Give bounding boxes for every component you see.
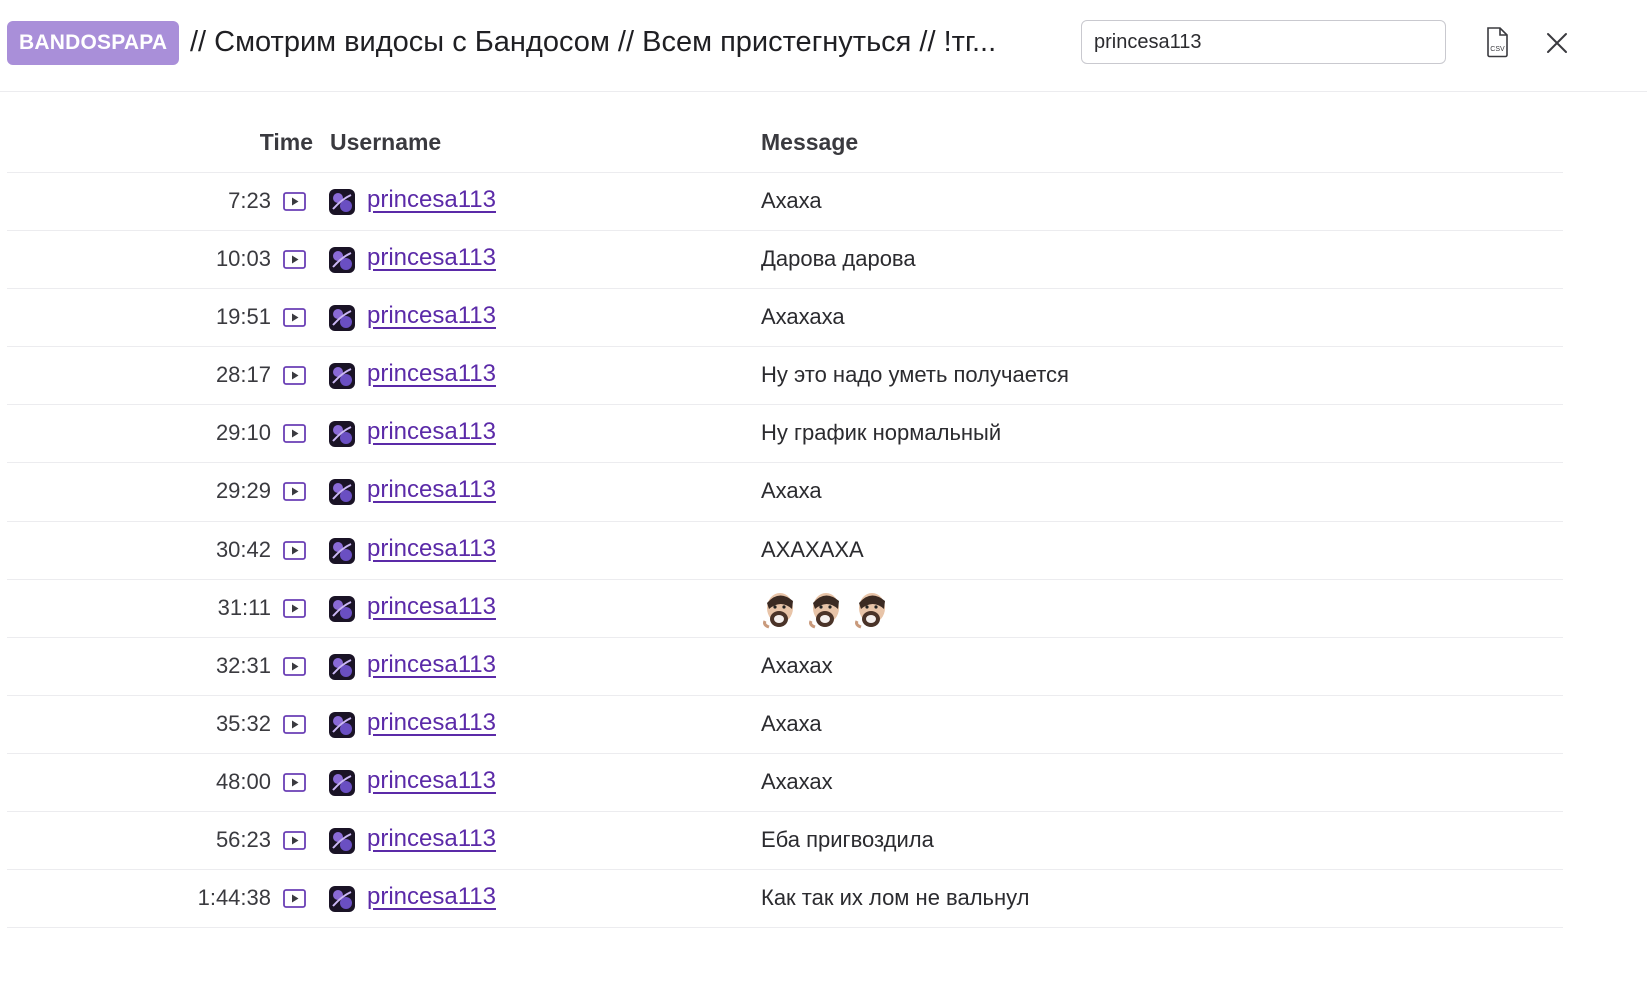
play-icon[interactable] [283, 366, 306, 386]
username-link[interactable]: princesa113 [367, 593, 496, 621]
user-avatar [329, 189, 355, 215]
export-csv-button[interactable]: CSV [1482, 26, 1512, 58]
table-row: 29:10 princesa113 Ну график нормальный [7, 405, 1563, 464]
user-avatar [329, 363, 355, 390]
message-text: Ну это надо уметь получается [761, 362, 1069, 388]
user-avatar [329, 479, 355, 506]
username-link[interactable]: princesa113 [367, 360, 496, 388]
username-link[interactable]: princesa113 [367, 825, 496, 853]
close-icon [1547, 33, 1567, 53]
timestamp: 28:17 [215, 362, 271, 388]
timestamp: 31:11 [217, 594, 271, 620]
message-emotes [759, 589, 891, 631]
table-header: Time Username Message [7, 116, 1563, 173]
user-avatar [329, 828, 355, 855]
username-link[interactable]: princesa113 [367, 535, 496, 563]
user-avatar [329, 537, 355, 564]
username-link[interactable]: princesa113 [367, 767, 496, 795]
message-text: Как так их лом не вальнул [761, 885, 1030, 911]
timestamp: 10:03 [215, 246, 271, 272]
user-avatar [329, 421, 355, 448]
table-row: 1:44:38 princesa113 Как так их лом не валь… [7, 870, 1563, 929]
play-icon[interactable] [283, 714, 306, 734]
table-row: 56:23 princesa113 Еба пригвоздила [7, 812, 1563, 871]
user-avatar [329, 769, 355, 796]
close-button[interactable] [1542, 28, 1572, 58]
csv-file-icon: CSV [1487, 27, 1508, 58]
table-row: 35:32 princesa113 Ахаха [7, 696, 1563, 754]
message-text: АХАХАХА [761, 536, 864, 562]
message-text: Дарова дарова [761, 246, 916, 272]
message-text: Ахахах [761, 768, 833, 794]
laughing-man-emote [805, 589, 845, 629]
timestamp: 29:29 [215, 478, 271, 504]
table-row: 32:31 princesa113 Ахахах [7, 638, 1563, 696]
table-body: 7:23 princesa113 Ахаха 10:03 princesa113 Даро… [7, 173, 1563, 929]
play-icon[interactable] [283, 598, 306, 618]
message-text: Ахахах [761, 652, 833, 678]
user-avatar [329, 653, 355, 680]
play-icon[interactable] [283, 773, 306, 792]
table-row: 31:11 princesa113 [7, 580, 1563, 638]
username-link[interactable]: princesa113 [367, 883, 496, 911]
play-icon[interactable] [283, 482, 306, 502]
username-link[interactable]: princesa113 [367, 476, 496, 504]
stream-title: // Смотрим видосы с Бандосом // Всем при… [190, 26, 997, 58]
username-link[interactable]: princesa113 [367, 186, 496, 214]
username-link[interactable]: princesa113 [367, 302, 496, 330]
column-header-time: Time [259, 129, 313, 155]
table-row: 29:29 princesa113 Ахаха [7, 463, 1563, 522]
user-avatar [329, 711, 355, 738]
message-text: Ну график нормальный [761, 420, 1002, 446]
play-icon[interactable] [283, 192, 306, 211]
table-row: 10:03 princesa113 Дарова дарова [7, 231, 1563, 290]
play-icon[interactable] [283, 540, 306, 560]
table-row: 19:51 princesa113 Ахахаха [7, 289, 1563, 348]
timestamp: 35:32 [215, 710, 271, 736]
table-row: 7:23 princesa113 Ахаха [7, 173, 1563, 232]
table-row: 28:17 princesa113 Ну это надо уметь получа… [7, 347, 1563, 406]
timestamp: 48:00 [215, 768, 271, 794]
message-text: Ахаха [761, 478, 822, 504]
play-icon[interactable] [283, 889, 306, 909]
channel-badge[interactable]: BANDOSPAPA [7, 21, 180, 65]
username-link[interactable]: princesa113 [367, 418, 496, 446]
column-header-message: Message [761, 129, 859, 155]
top-bar: BANDOSPAPA // Смотрим видосы с Бандосом … [0, 0, 1647, 92]
timestamp: 1:44:38 [197, 885, 271, 911]
username-link[interactable]: princesa113 [367, 709, 496, 737]
username-search-input[interactable] [1081, 20, 1446, 64]
timestamp: 30:42 [215, 536, 271, 562]
timestamp: 32:31 [215, 652, 271, 678]
user-avatar [329, 305, 355, 332]
play-icon[interactable] [283, 656, 306, 676]
message-text: Ахаха [761, 188, 822, 213]
timestamp: 29:10 [215, 420, 271, 446]
message-text: Ахахаха [761, 304, 845, 330]
column-header-username: Username [330, 129, 442, 155]
user-avatar [329, 886, 355, 913]
play-icon[interactable] [283, 308, 306, 328]
timestamp: 56:23 [215, 827, 271, 853]
timestamp: 7:23 [228, 188, 271, 213]
user-avatar [329, 595, 355, 622]
table-row: 48:00 princesa113 Ахахах [7, 754, 1563, 813]
play-icon[interactable] [283, 250, 306, 269]
message-text: Еба пригвоздила [761, 827, 934, 853]
svg-text:CSV: CSV [1490, 46, 1505, 53]
laughing-man-emote [851, 589, 891, 629]
table-row: 30:42 princesa113 АХАХАХА [7, 522, 1563, 580]
chat-log-table: Time Username Message 7:23 princesa113 Аха… [7, 116, 1563, 929]
message-text: Ахаха [761, 710, 822, 736]
username-link[interactable]: princesa113 [367, 651, 496, 679]
laughing-man-emote [759, 589, 799, 629]
user-avatar [329, 247, 355, 274]
play-icon[interactable] [283, 831, 306, 850]
timestamp: 19:51 [215, 304, 271, 330]
play-icon[interactable] [283, 424, 306, 444]
username-link[interactable]: princesa113 [367, 244, 496, 272]
